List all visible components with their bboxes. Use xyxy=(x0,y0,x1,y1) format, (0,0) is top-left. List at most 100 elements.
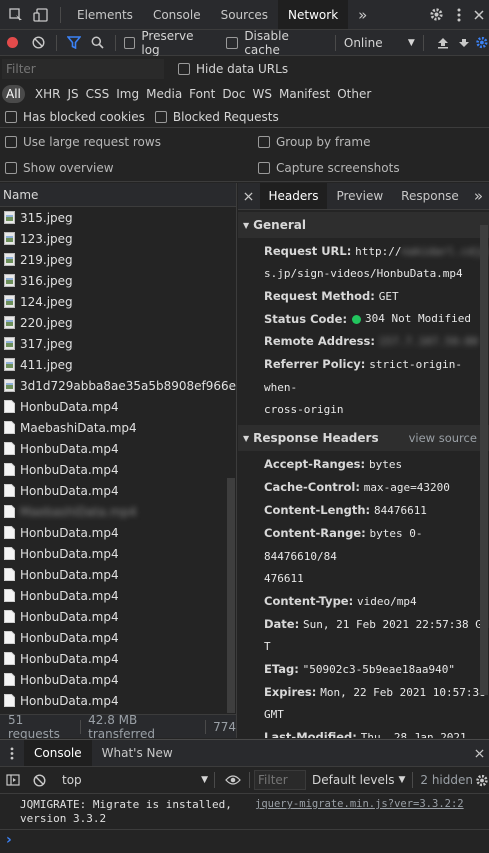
response-header-row: Content-Range: bytes 0-84476610/84 476611 xyxy=(238,522,489,590)
request-row[interactable]: HonbuData.mp4 xyxy=(0,648,236,669)
blocked-requests-checkbox[interactable]: Blocked Requests xyxy=(154,110,279,124)
close-drawer-icon[interactable] xyxy=(469,740,489,767)
record-icon[interactable] xyxy=(0,30,26,56)
filter-funnel-icon[interactable] xyxy=(62,30,86,56)
disable-cache-checkbox[interactable]: Disable cache xyxy=(226,29,326,57)
request-row[interactable]: 3d1d729abba8ae35a5b8908ef966e67. xyxy=(0,375,236,396)
request-name: 219.jpeg xyxy=(20,252,73,267)
console-settings-gear-icon[interactable] xyxy=(475,767,489,794)
header-key: Last-Modified: xyxy=(264,730,357,738)
request-row[interactable]: 317.jpeg xyxy=(0,333,236,354)
dropdown-arrow-icon: ▼ xyxy=(407,37,415,48)
request-row[interactable]: HonbuData.mp4 xyxy=(0,459,236,480)
request-row[interactable]: 123.jpeg xyxy=(0,228,236,249)
request-row[interactable]: 411.jpeg xyxy=(0,354,236,375)
more-options-icon[interactable] xyxy=(449,0,469,30)
image-file-icon xyxy=(4,358,15,371)
context-selector[interactable]: top ▼ xyxy=(62,773,208,787)
tab-console[interactable]: Console xyxy=(143,0,211,29)
inspect-element-icon[interactable] xyxy=(4,0,28,30)
search-icon[interactable] xyxy=(86,30,110,56)
filter-type-all[interactable]: All xyxy=(2,85,25,103)
filter-type-ws[interactable]: WS xyxy=(253,87,272,101)
console-sidebar-icon[interactable] xyxy=(0,767,26,794)
header-key: Content-Length: xyxy=(264,503,371,517)
console-message-source-link[interactable]: jquery-migrate.min.js?ver=3.3.2:2 xyxy=(255,798,464,810)
response-headers-section-header[interactable]: ▼ Response Headers view source xyxy=(238,425,489,451)
network-settings-gear-icon[interactable] xyxy=(475,30,489,56)
request-row[interactable]: HonbuData.mp4 xyxy=(0,627,236,648)
drawer-tab-whats-new[interactable]: What's New xyxy=(92,740,183,766)
throttling-select[interactable]: Online ▼ xyxy=(344,36,415,50)
request-name: HonbuData.mp4 xyxy=(20,399,119,414)
request-row[interactable]: HonbuData.mp4 xyxy=(0,669,236,690)
preserve-log-checkbox[interactable]: Preserve log xyxy=(123,29,215,57)
tab-elements[interactable]: Elements xyxy=(67,0,143,29)
tab-preview[interactable]: Preview xyxy=(327,183,392,209)
request-row[interactable]: HonbuData.mp4 xyxy=(0,396,236,417)
request-list-panel: Name 315.jpeg 123.jpeg 219.jpeg 316.jpeg 124… xyxy=(0,183,237,738)
filter-type-manifest[interactable]: Manifest xyxy=(279,87,330,101)
request-row[interactable]: MaebashiData.mp4 xyxy=(0,501,236,522)
request-row[interactable]: HonbuData.mp4 xyxy=(0,543,236,564)
clear-console-icon[interactable] xyxy=(26,767,52,794)
more-detail-tabs-button[interactable]: » xyxy=(468,183,489,209)
request-row[interactable]: HonbuData.mp4 xyxy=(0,438,236,459)
has-blocked-cookies-checkbox[interactable]: Has blocked cookies xyxy=(5,110,145,124)
group-by-frame-checkbox[interactable]: Group by frame xyxy=(258,135,370,149)
live-expression-eye-icon[interactable] xyxy=(221,767,245,794)
name-column-header[interactable]: Name xyxy=(0,183,236,207)
drawer-menu-icon[interactable] xyxy=(0,740,24,767)
more-tabs-button[interactable]: » xyxy=(348,0,377,29)
request-list-scrollbar[interactable] xyxy=(227,478,235,713)
show-overview-checkbox[interactable]: Show overview xyxy=(5,161,258,175)
request-row[interactable]: HonbuData.mp4 xyxy=(0,564,236,585)
console-filter-input[interactable] xyxy=(254,770,306,790)
document-file-icon xyxy=(4,694,15,707)
tab-response[interactable]: Response xyxy=(392,183,468,209)
device-toolbar-icon[interactable] xyxy=(28,0,54,30)
request-row[interactable]: 220.jpeg xyxy=(0,312,236,333)
request-row[interactable]: 316.jpeg xyxy=(0,270,236,291)
request-name: 411.jpeg xyxy=(20,357,73,372)
request-name: HonbuData.mp4 xyxy=(20,672,119,687)
image-file-icon xyxy=(4,211,15,224)
large-request-rows-checkbox[interactable]: Use large request rows xyxy=(5,135,258,149)
filter-type-media[interactable]: Media xyxy=(146,87,182,101)
general-section-header[interactable]: ▼ General xyxy=(238,212,489,238)
filter-input[interactable] xyxy=(2,59,164,79)
view-source-link[interactable]: view source xyxy=(409,431,477,445)
filter-type-css[interactable]: CSS xyxy=(86,87,110,101)
export-har-icon[interactable] xyxy=(454,30,476,56)
filter-type-other[interactable]: Other xyxy=(337,87,371,101)
request-row[interactable]: HonbuData.mp4 xyxy=(0,585,236,606)
close-devtools-icon[interactable] xyxy=(469,0,489,30)
capture-screenshots-checkbox[interactable]: Capture screenshots xyxy=(258,161,400,175)
request-row[interactable]: 315.jpeg xyxy=(0,207,236,228)
request-row[interactable]: 219.jpeg xyxy=(0,249,236,270)
request-row[interactable]: 124.jpeg xyxy=(0,291,236,312)
filter-type-img[interactable]: Img xyxy=(116,87,139,101)
log-levels-select[interactable]: Default levels ▼ xyxy=(312,773,405,787)
clear-icon[interactable] xyxy=(26,30,52,56)
request-row[interactable]: MaebashiData.mp4 xyxy=(0,417,236,438)
request-row[interactable]: HonbuData.mp4 xyxy=(0,480,236,501)
request-row[interactable]: HonbuData.mp4 xyxy=(0,522,236,543)
tab-network[interactable]: Network xyxy=(278,0,349,29)
close-details-icon[interactable] xyxy=(238,183,260,210)
filter-type-doc[interactable]: Doc xyxy=(222,87,245,101)
settings-gear-icon[interactable] xyxy=(423,0,449,30)
request-row[interactable]: HonbuData.mp4 xyxy=(0,690,236,711)
tab-sources[interactable]: Sources xyxy=(211,0,278,29)
filter-type-xhr[interactable]: XHR xyxy=(35,87,61,101)
hide-data-urls-checkbox[interactable]: Hide data URLs xyxy=(178,62,288,76)
import-har-icon[interactable] xyxy=(432,30,454,56)
console-prompt[interactable]: › xyxy=(0,830,489,850)
details-scrollbar[interactable] xyxy=(480,225,488,695)
header-key: Content-Range: xyxy=(264,526,366,540)
filter-type-js[interactable]: JS xyxy=(67,87,78,101)
tab-headers[interactable]: Headers xyxy=(259,183,328,209)
filter-type-font[interactable]: Font xyxy=(189,87,215,101)
drawer-tab-console[interactable]: Console xyxy=(24,740,92,766)
request-row[interactable]: HonbuData.mp4 xyxy=(0,606,236,627)
